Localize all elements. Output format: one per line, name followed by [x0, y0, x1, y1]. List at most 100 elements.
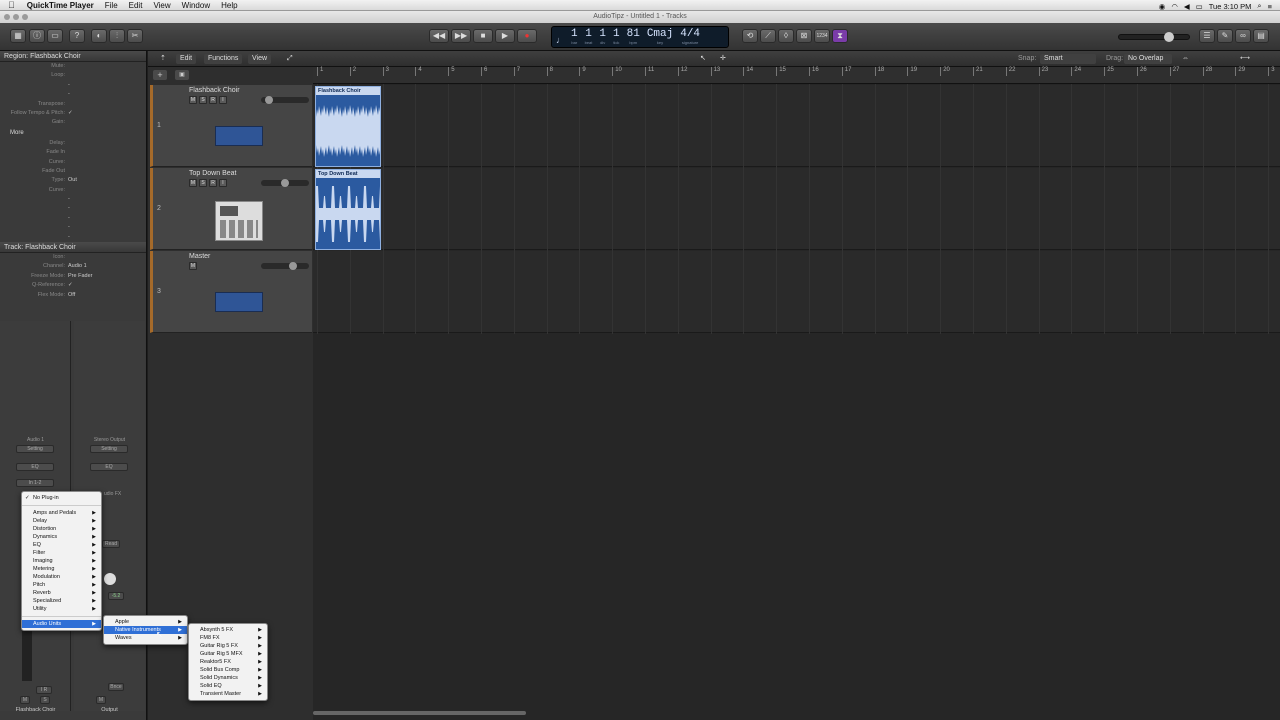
solo-icon[interactable]: ◊ [778, 29, 794, 43]
waveform-zoom-icon[interactable]: ⇔ [1178, 54, 1193, 64]
menu-item-category[interactable]: Metering ▶ [22, 565, 101, 573]
menu-help[interactable]: Help [221, 1, 237, 10]
tuner-icon[interactable]: ⟋ [760, 29, 776, 43]
param-value[interactable]: - [68, 90, 70, 99]
status-icon[interactable]: ◉ [1159, 2, 1166, 11]
menu-item-category[interactable]: Amps and Pedals ▶ [22, 509, 101, 517]
notepad-icon[interactable]: ✎ [1217, 29, 1233, 43]
menu-item-ni-plugin[interactable]: Guitar Rig 5 FX ▶ [189, 642, 267, 650]
region-row[interactable]: Follow Tempo & Pitch: ✓ [0, 109, 146, 118]
close-icon[interactable] [4, 14, 10, 20]
minimize-icon[interactable] [13, 14, 19, 20]
search-icon[interactable]: ⌕ [1257, 1, 1261, 11]
functions-menu[interactable]: Functions [204, 54, 243, 64]
record-button[interactable]: R [209, 179, 217, 187]
mute-button[interactable]: M [20, 696, 30, 704]
more-row[interactable]: - [0, 214, 146, 223]
track-name[interactable]: Flashback Choir [189, 87, 240, 94]
param-value[interactable]: - [68, 223, 70, 232]
audio-region-top-down-beat[interactable]: Top Down Beat [315, 169, 381, 250]
add-track-icon[interactable]: + [153, 70, 167, 80]
count-label[interactable]: 1234 [814, 29, 830, 43]
menu-item-ni-plugin[interactable]: Solid Bus Comp ▶ [189, 666, 267, 674]
menu-item-ni-plugin[interactable]: Guitar Rig 5 MFX ▶ [189, 650, 267, 658]
menu-item-ni-plugin[interactable]: Solid Dynamics ▶ [189, 674, 267, 682]
more-row[interactable]: - [0, 233, 146, 242]
more-row[interactable]: Fade In [0, 148, 146, 157]
param-value[interactable]: - [68, 81, 70, 90]
master-volume-slider[interactable] [1118, 32, 1190, 42]
menu-item-ni-plugin[interactable]: FM8 FX ▶ [189, 634, 267, 642]
param-value[interactable]: - [68, 204, 70, 213]
input-slot[interactable]: In 1-2 [16, 479, 54, 487]
browser-icon[interactable]: ▤ [1253, 29, 1269, 43]
mixer-icon[interactable]: ⫶ [109, 29, 125, 43]
menu-item-category[interactable]: Utility ▶ [22, 605, 101, 613]
region-row[interactable]: Transpose: [0, 100, 146, 109]
param-value[interactable]: Out [68, 176, 77, 185]
track-row[interactable]: Freeze Mode: Pre Fader [0, 272, 146, 281]
timeline-ruler[interactable]: 1 2 3 4 5 6 7 8 9 10 11 12 13 14 15 16 17 18 19 20 21 22 23 24 2… [313, 67, 1280, 84]
menu-item-category[interactable]: Modulation ▶ [22, 573, 101, 581]
menu-item-category[interactable]: Delay ▶ [22, 517, 101, 525]
menu-item-category[interactable]: Filter ▶ [22, 549, 101, 557]
track-header-2[interactable]: 2 Top Down Beat MSRI [150, 168, 312, 250]
track-volume-slider[interactable] [261, 179, 309, 187]
track-header-1[interactable]: 1 Flashback Choir MSRI [150, 85, 312, 167]
view-menu[interactable]: View [248, 54, 272, 64]
list-icon[interactable]: ≡ [1268, 2, 1272, 11]
more-row[interactable]: Type: Out [0, 176, 146, 185]
menu-item-ni-plugin[interactable]: Reaktor5 FX ▶ [189, 658, 267, 666]
region-row[interactable]: - [0, 90, 146, 99]
menu-item-category[interactable]: Dynamics ▶ [22, 533, 101, 541]
mute-button[interactable]: M [96, 696, 106, 704]
lane-1[interactable] [313, 85, 1280, 167]
track-row[interactable]: Channel: Audio 1 [0, 262, 146, 271]
menu-app[interactable]: QuickTime Player [27, 1, 94, 10]
menu-item-category[interactable]: Reverb ▶ [22, 589, 101, 597]
menu-item-waves[interactable]: Waves ▶ [104, 634, 187, 642]
menu-item-category[interactable]: Specialized ▶ [22, 597, 101, 605]
menu-item-no-plugin[interactable]: ✓ No Plug-in [22, 494, 101, 502]
drag-select[interactable]: No Overlap [1124, 54, 1172, 64]
cycle-icon[interactable]: ⟲ [742, 29, 758, 43]
help-icon[interactable]: ? [69, 29, 85, 43]
more-section-header[interactable]: More [0, 127, 146, 139]
forward-icon[interactable]: ▶▶ [451, 29, 471, 43]
menu-item-apple[interactable]: Apple ▶ [104, 618, 187, 626]
volume-icon[interactable]: ◀ [1184, 2, 1190, 11]
track-volume-slider[interactable] [261, 96, 309, 104]
play-icon[interactable]: ▶ [495, 29, 515, 43]
smart-controls-icon[interactable]: ◐ [91, 29, 107, 43]
menu-view[interactable]: View [153, 1, 170, 10]
audio-region-flashback-choir[interactable]: Flashback Choir [315, 86, 381, 167]
rewind-icon[interactable]: ◀◀ [429, 29, 449, 43]
record-button[interactable]: R [209, 96, 217, 104]
region-inspector-header[interactable]: Region: Flashback Choir [0, 51, 146, 62]
pencil-tool-icon[interactable]: ✛ [716, 54, 730, 64]
apple-menu-icon[interactable]:  [8, 0, 15, 10]
param-value[interactable]: Audio 1 [68, 262, 87, 271]
param-value[interactable]: - [68, 195, 70, 204]
wifi-icon[interactable]: ◠ [1171, 2, 1178, 11]
lane-2[interactable] [313, 168, 1280, 250]
more-row[interactable]: Delay: [0, 139, 146, 148]
track-inspector-header[interactable]: Track: Flashback Choir [0, 242, 146, 254]
zoom-icon[interactable]: ⤢ [283, 54, 297, 64]
menu-item-category[interactable]: Imaging ▶ [22, 557, 101, 565]
pan-knob[interactable] [104, 573, 116, 585]
editors-icon[interactable]: ✂ [127, 29, 143, 43]
track-row[interactable]: Flex Mode: Off [0, 291, 146, 300]
menu-edit[interactable]: Edit [129, 1, 143, 10]
menu-item-native-instruments[interactable]: Native Instruments ▶ [104, 626, 187, 634]
menu-item-ni-plugin[interactable]: Transient Master ▶ [189, 690, 267, 698]
menu-window[interactable]: Window [182, 1, 210, 10]
metronome-icon[interactable]: ♩ [556, 35, 565, 45]
pointer-tool-icon[interactable]: ↖ [696, 54, 710, 64]
more-row[interactable]: - [0, 223, 146, 232]
battery-icon[interactable]: ▭ [1196, 2, 1203, 11]
track-row[interactable]: Icon: [0, 253, 146, 262]
track-options-icon[interactable]: ▣ [175, 70, 189, 80]
param-value[interactable]: Off [68, 291, 75, 300]
more-row[interactable]: - [0, 195, 146, 204]
